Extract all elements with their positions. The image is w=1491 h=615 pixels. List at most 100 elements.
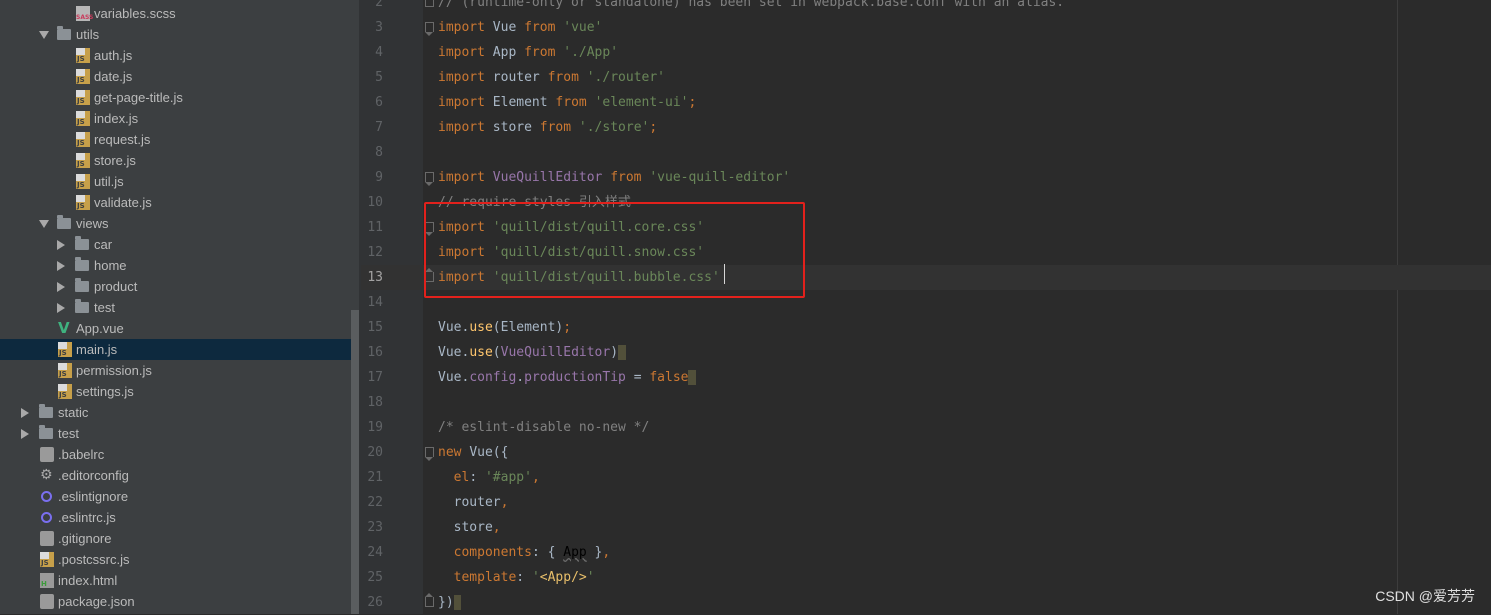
tree-item-gitignore[interactable]: .gitignore <box>0 528 351 549</box>
code-editor[interactable]: 2 // (runtime-only or standalone) has bee… <box>361 0 1491 614</box>
code-line[interactable]: 16 Vue.use(VueQuillEditor) <box>361 340 1491 365</box>
code-token: import <box>438 95 493 110</box>
code-token: Vue <box>492 20 525 35</box>
watermark: CSDN @爱芳芳 <box>1375 588 1475 604</box>
tree-item-main-js[interactable]: main.js <box>0 339 351 360</box>
chevron-down-icon[interactable] <box>39 220 49 228</box>
code-text: import Element from 'element-ui'; <box>438 90 696 115</box>
folder-icon <box>75 278 89 292</box>
code-line[interactable]: 2 // (runtime-only or standalone) has bee… <box>361 0 1491 15</box>
code-token: 'vue-quill-editor' <box>649 170 791 185</box>
line-number: 10 <box>367 195 383 210</box>
line-number: 21 <box>367 470 383 485</box>
code-line[interactable]: 22 router, <box>361 490 1491 515</box>
line-number: 11 <box>367 220 383 235</box>
code-line[interactable]: 5 import router from './router' <box>361 65 1491 90</box>
chevron-right-icon[interactable] <box>21 429 29 439</box>
tree-item-postcssrc-js[interactable]: .postcssrc.js <box>0 549 351 570</box>
code-line[interactable]: 23 store, <box>361 515 1491 540</box>
tree-item-settings-js[interactable]: settings.js <box>0 381 351 402</box>
code-text: import VueQuillEditor from 'vue-quill-ed… <box>438 165 790 190</box>
code-line[interactable]: 8 <box>361 140 1491 165</box>
tree-item-store-js[interactable]: store.js <box>0 150 351 171</box>
tree-item-util-js[interactable]: util.js <box>0 171 351 192</box>
code-line[interactable]: 18 <box>361 390 1491 415</box>
code-token: import <box>438 120 493 135</box>
eslint-icon <box>41 491 52 502</box>
code-line[interactable]: 19 /* eslint-disable no-new */ <box>361 415 1491 440</box>
code-line[interactable]: 26}) <box>361 590 1491 615</box>
fold-collapse-icon[interactable] <box>425 172 434 186</box>
chevron-right-icon[interactable] <box>57 303 65 313</box>
code-token: ' <box>586 570 595 585</box>
code-token: . <box>516 370 525 385</box>
tree-item-label: App.vue <box>76 321 124 336</box>
tree-item-permission-js[interactable]: permission.js <box>0 360 351 381</box>
line-number: 9 <box>375 170 383 185</box>
config-file-icon <box>40 531 54 546</box>
code-line[interactable]: 7 import store from './store'; <box>361 115 1491 140</box>
code-token: App <box>563 545 587 560</box>
code-line[interactable]: 25 template: '<App/>' <box>361 565 1491 590</box>
tree-item-eslintrc-js[interactable]: .eslintrc.js <box>0 507 351 528</box>
tree-item-editorconfig[interactable]: ⚙ .editorconfig <box>0 465 351 486</box>
js-file-icon <box>76 48 90 63</box>
tree-item-index-js[interactable]: index.js <box>0 108 351 129</box>
tree-item-request-js[interactable]: request.js <box>0 129 351 150</box>
tree-item-static[interactable]: static <box>0 402 351 423</box>
code-token <box>688 370 697 385</box>
chevron-right-icon[interactable] <box>57 240 65 250</box>
tree-item-babelrc[interactable]: .babelrc <box>0 444 351 465</box>
fold-collapse-icon[interactable] <box>425 447 434 461</box>
tree-item-test[interactable]: test <box>0 297 351 318</box>
tree-item-auth-js[interactable]: auth.js <box>0 45 351 66</box>
js-file-icon <box>76 111 90 126</box>
line-number: 22 <box>367 495 383 510</box>
tree-item-eslintignore[interactable]: .eslintignore <box>0 486 351 507</box>
code-text: Vue.config.productionTip = false <box>438 365 697 390</box>
tree-item-label: auth.js <box>94 48 133 63</box>
code-line[interactable]: 20 new Vue({ <box>361 440 1491 465</box>
chevron-down-icon[interactable] <box>39 31 49 39</box>
fold-end-icon[interactable] <box>425 593 434 607</box>
code-token: use <box>469 320 493 335</box>
code-text: import App from './App' <box>438 40 618 65</box>
code-token: store <box>492 120 540 135</box>
tree-item-views[interactable]: views <box>0 213 351 234</box>
tree-item-product[interactable]: product <box>0 276 351 297</box>
chevron-right-icon[interactable] <box>57 282 65 292</box>
tree-item-car[interactable]: car <box>0 234 351 255</box>
fold-end-icon[interactable] <box>425 0 434 7</box>
tree-item-variables-scss[interactable]: variables.scss <box>0 3 351 24</box>
code-token: , <box>500 495 509 510</box>
code-line[interactable]: 4 import App from './App' <box>361 40 1491 65</box>
code-line[interactable]: 3 import Vue from 'vue' <box>361 15 1491 40</box>
code-token: router <box>438 495 501 510</box>
tree-item-utils[interactable]: utils <box>0 24 351 45</box>
tree-item-home[interactable]: home <box>0 255 351 276</box>
sidebar-scrollbar[interactable] <box>351 310 359 614</box>
code-line[interactable]: 15 Vue.use(Element); <box>361 315 1491 340</box>
code-token: '#app' <box>484 470 532 485</box>
line-number: 25 <box>367 570 383 585</box>
tree-item-test[interactable]: test <box>0 423 351 444</box>
tree-item-validate-js[interactable]: validate.js <box>0 192 351 213</box>
tree-item-get-page-title-js[interactable]: get-page-title.js <box>0 87 351 108</box>
tree-item-label: product <box>94 279 138 294</box>
chevron-right-icon[interactable] <box>57 261 65 271</box>
tree-item-index-html[interactable]: index.html <box>0 570 351 591</box>
fold-collapse-icon[interactable] <box>425 22 434 36</box>
tree-item-app-vue[interactable]: V App.vue <box>0 318 351 339</box>
code-line[interactable]: 21 el: '#app', <box>361 465 1491 490</box>
folder-icon <box>39 425 53 439</box>
tree-item-date-js[interactable]: date.js <box>0 66 351 87</box>
code-line[interactable]: 6 import Element from 'element-ui'; <box>361 90 1491 115</box>
code-line[interactable]: 9 import VueQuillEditor from 'vue-quill-e… <box>361 165 1491 190</box>
js-file-icon <box>76 195 90 210</box>
code-line[interactable]: 24 components: { App }, <box>361 540 1491 565</box>
code-line[interactable]: 17 Vue.config.productionTip = false <box>361 365 1491 390</box>
chevron-right-icon[interactable] <box>21 408 29 418</box>
scss-file-icon <box>76 6 93 21</box>
code-token: from <box>547 70 587 85</box>
tree-item-package-json[interactable]: package.json <box>0 591 351 612</box>
